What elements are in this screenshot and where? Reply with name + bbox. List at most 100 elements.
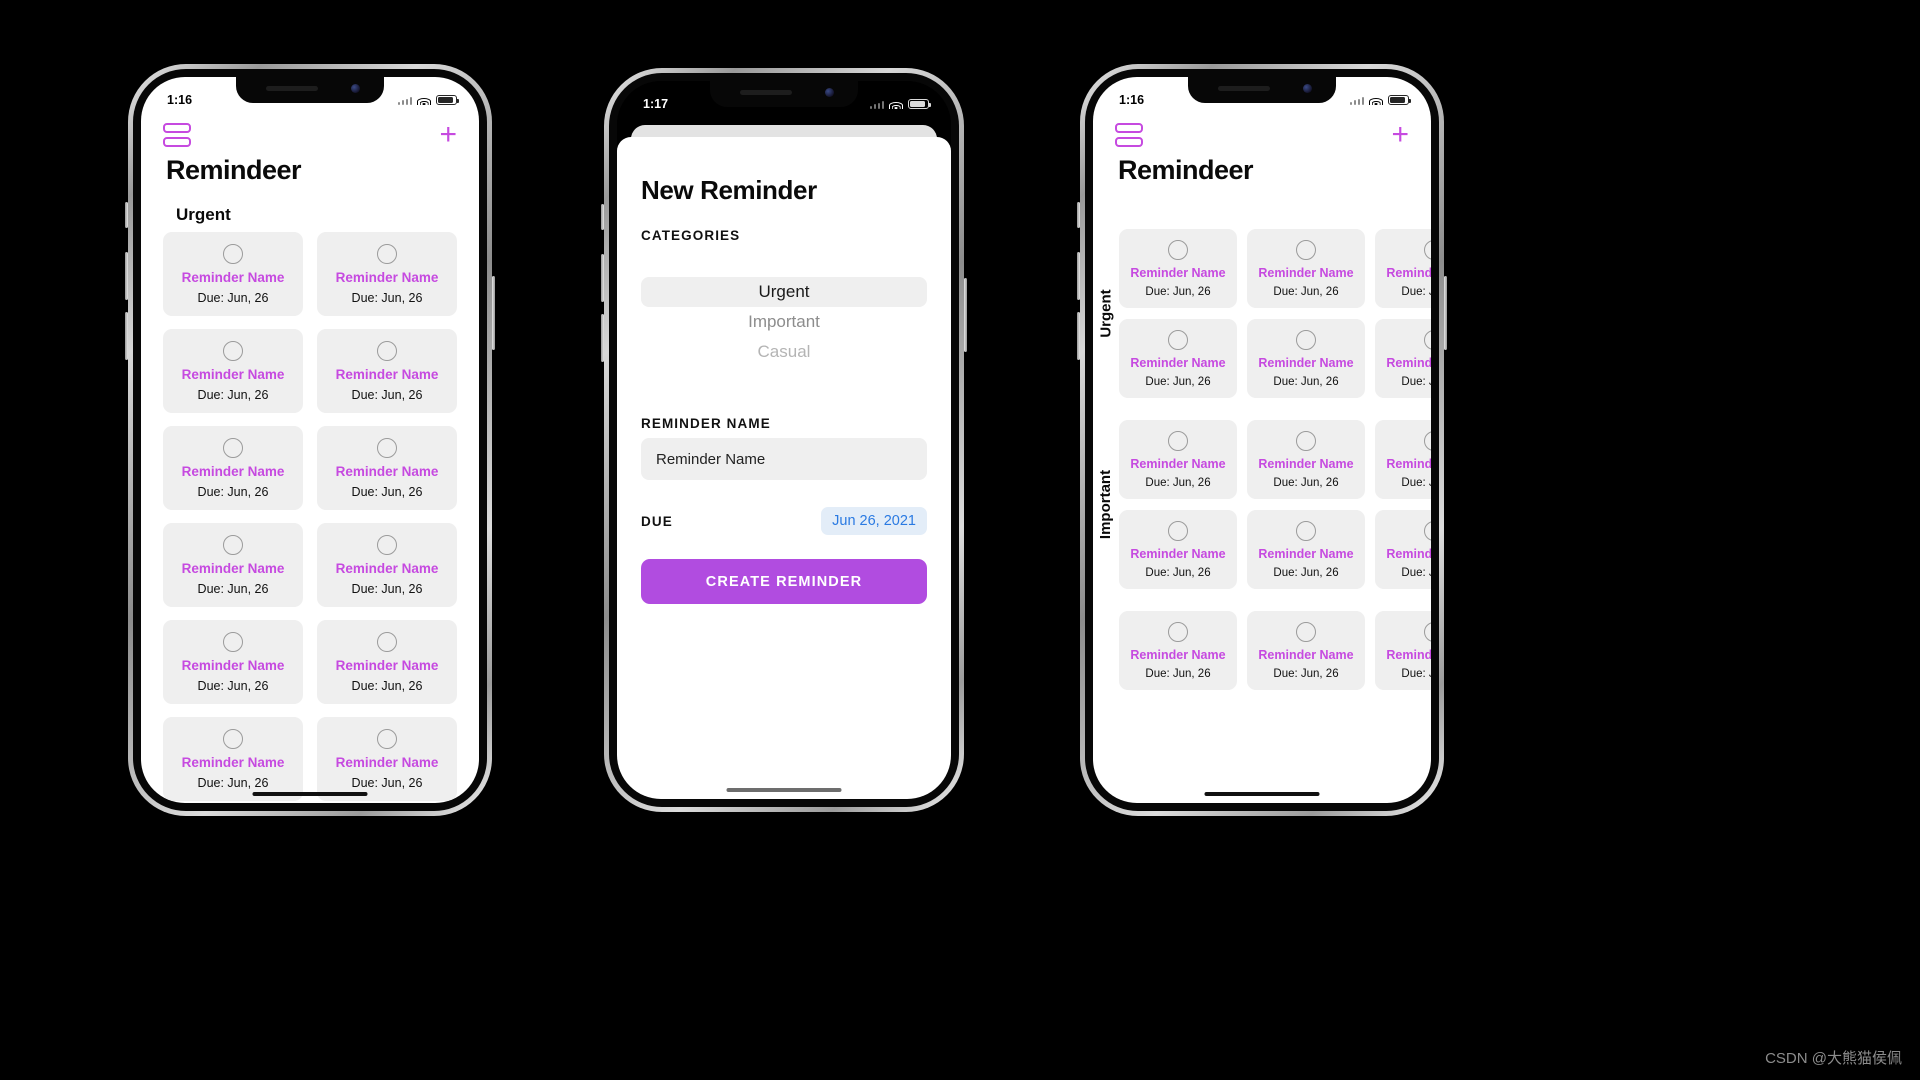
volume-down-button[interactable] (1077, 312, 1080, 360)
circle-outline-icon[interactable] (1296, 622, 1316, 642)
reminder-card-name: Reminder Name (1386, 648, 1431, 662)
earpiece-speaker (740, 90, 792, 95)
reminder-card[interactable]: Reminder Name Due: Jun, 26 (163, 329, 303, 413)
circle-outline-icon[interactable] (1424, 431, 1431, 451)
reminder-card[interactable]: Reminder Name Due: Jun, 26 (1375, 611, 1431, 690)
reminder-card[interactable]: Reminder Name Due: Jun, 26 (163, 717, 303, 801)
circle-outline-icon[interactable] (1296, 240, 1316, 260)
reminder-card[interactable]: Reminder Name Due: Jun, 26 (1375, 319, 1431, 398)
front-camera-icon (1303, 84, 1312, 93)
section-card-grid[interactable]: Reminder Name Due: Jun, 26 Reminder Name Du… (1119, 229, 1431, 398)
category-picker[interactable]: Urgent Important Casual (641, 249, 927, 394)
reminder-card[interactable]: Reminder Name Due: Jun, 26 (317, 329, 457, 413)
reminder-card[interactable]: Reminder Name Due: Jun, 26 (163, 232, 303, 316)
silent-switch[interactable] (601, 204, 604, 230)
power-button[interactable] (492, 276, 495, 350)
volume-up-button[interactable] (125, 252, 128, 300)
power-button[interactable] (964, 278, 967, 352)
reminder-card[interactable]: Reminder Name Due: Jun, 26 (1375, 420, 1431, 499)
reminder-card[interactable]: Reminder Name Due: Jun, 26 (163, 426, 303, 510)
due-date-picker[interactable]: Jun 26, 2021 (821, 507, 927, 535)
circle-outline-icon[interactable] (223, 729, 243, 749)
silent-switch[interactable] (1077, 202, 1080, 228)
category-option-casual[interactable]: Casual (641, 337, 927, 367)
volume-down-button[interactable] (125, 312, 128, 360)
reminder-name-input[interactable]: Reminder Name (641, 438, 927, 480)
circle-outline-icon[interactable] (1168, 622, 1188, 642)
reminder-card[interactable]: Reminder Name Due: Jun, 26 (1375, 229, 1431, 308)
circle-outline-icon[interactable] (1296, 521, 1316, 541)
reminder-card[interactable]: Reminder Name Due: Jun, 26 (317, 717, 457, 801)
reminder-card[interactable]: Reminder Name Due: Jun, 26 (317, 620, 457, 704)
circle-outline-icon[interactable] (1168, 521, 1188, 541)
reminder-card[interactable]: Reminder Name Due: Jun, 26 (317, 523, 457, 607)
circle-outline-icon[interactable] (1424, 240, 1431, 260)
create-reminder-button[interactable]: CREATE REMINDER (641, 559, 927, 604)
reminder-card-due: Due: Jun, 26 (197, 485, 269, 499)
circle-outline-icon[interactable] (1424, 622, 1431, 642)
hamburger-icon[interactable] (163, 123, 191, 147)
volume-down-button[interactable] (601, 314, 604, 362)
circle-outline-icon[interactable] (1168, 240, 1188, 260)
circle-outline-icon[interactable] (1168, 330, 1188, 350)
circle-outline-icon[interactable] (1168, 431, 1188, 451)
circle-outline-icon[interactable] (223, 632, 243, 652)
reminder-card-name: Reminder Name (1386, 457, 1431, 471)
reminder-card[interactable]: Reminder Name Due: Jun, 26 (1119, 229, 1237, 308)
reminder-card[interactable]: Reminder Name Due: Jun, 26 (1247, 420, 1365, 499)
circle-outline-icon[interactable] (1296, 330, 1316, 350)
plus-icon[interactable]: + (1391, 120, 1409, 150)
circle-outline-icon[interactable] (223, 341, 243, 361)
section-card-grid[interactable]: Reminder Name Due: Jun, 26 Reminder Name Du… (1119, 420, 1431, 589)
category-option-urgent[interactable]: Urgent (641, 276, 927, 307)
reminder-card[interactable]: Reminder Name Due: Jun, 26 (1247, 611, 1365, 690)
circle-outline-icon[interactable] (223, 438, 243, 458)
reminder-card-due: Due: Jun, 26 (197, 291, 269, 305)
reminder-card[interactable]: Reminder Name Due: Jun, 26 (1247, 229, 1365, 308)
power-button[interactable] (1444, 276, 1447, 350)
reminder-card[interactable]: Reminder Name Due: Jun, 26 (1247, 510, 1365, 589)
circle-outline-icon[interactable] (377, 535, 397, 555)
plus-icon[interactable]: + (439, 120, 457, 150)
reminder-card[interactable]: Reminder Name Due: Jun, 26 (163, 523, 303, 607)
category-option-important[interactable]: Important (641, 307, 927, 337)
circle-outline-icon[interactable] (1296, 431, 1316, 451)
reminder-card-name: Reminder Name (1130, 266, 1226, 280)
reminder-card[interactable]: Reminder Name Due: Jun, 26 (1119, 611, 1237, 690)
reminder-card-due: Due: Jun, 26 (1273, 376, 1339, 388)
volume-up-button[interactable] (1077, 252, 1080, 300)
circle-outline-icon[interactable] (223, 535, 243, 555)
circle-outline-icon[interactable] (377, 341, 397, 361)
circle-outline-icon[interactable] (377, 632, 397, 652)
reminder-card-due: Due: Jun, 26 (351, 388, 423, 402)
reminder-card[interactable]: Reminder Name Due: Jun, 26 (317, 232, 457, 316)
status-indicators (1349, 94, 1411, 106)
reminder-list-scroll[interactable]: Reminder Name Due: Jun, 26 Reminder Name Du… (141, 232, 479, 803)
reminder-card[interactable]: Reminder Name Due: Jun, 26 (1119, 420, 1237, 499)
cellular-signal-icon (869, 100, 884, 109)
reminder-card[interactable]: Reminder Name Due: Jun, 26 (1119, 319, 1237, 398)
reminder-card[interactable]: Reminder Name Due: Jun, 26 (163, 620, 303, 704)
hamburger-icon[interactable] (1115, 123, 1143, 147)
circle-outline-icon[interactable] (377, 438, 397, 458)
volume-up-button[interactable] (601, 254, 604, 302)
reminder-card[interactable]: Reminder Name Due: Jun, 26 (317, 426, 457, 510)
reminder-card[interactable]: Reminder Name Due: Jun, 26 (1247, 319, 1365, 398)
section-card-grid[interactable]: Reminder Name Due: Jun, 26 Reminder Name Du… (1119, 611, 1431, 690)
earpiece-speaker (1218, 86, 1270, 91)
wifi-icon (1369, 95, 1383, 105)
reminder-card-name: Reminder Name (335, 367, 439, 382)
reminder-card[interactable]: Reminder Name Due: Jun, 26 (1375, 510, 1431, 589)
circle-outline-icon[interactable] (223, 244, 243, 264)
reminder-grid: Reminder Name Due: Jun, 26 Reminder Name Du… (163, 232, 457, 801)
circle-outline-icon[interactable] (1424, 521, 1431, 541)
circle-outline-icon[interactable] (377, 244, 397, 264)
silent-switch[interactable] (125, 202, 128, 228)
reminder-card[interactable]: Reminder Name Due: Jun, 26 (1119, 510, 1237, 589)
sections-scroll[interactable]: Urgent Reminder Name Due: Jun, 26 Reminder … (1093, 229, 1431, 803)
circle-outline-icon[interactable] (377, 729, 397, 749)
reminder-card-due: Due: Jun, 26 (1273, 668, 1339, 680)
battery-icon (1388, 94, 1411, 106)
reminder-card-name: Reminder Name (1130, 648, 1226, 662)
circle-outline-icon[interactable] (1424, 330, 1431, 350)
